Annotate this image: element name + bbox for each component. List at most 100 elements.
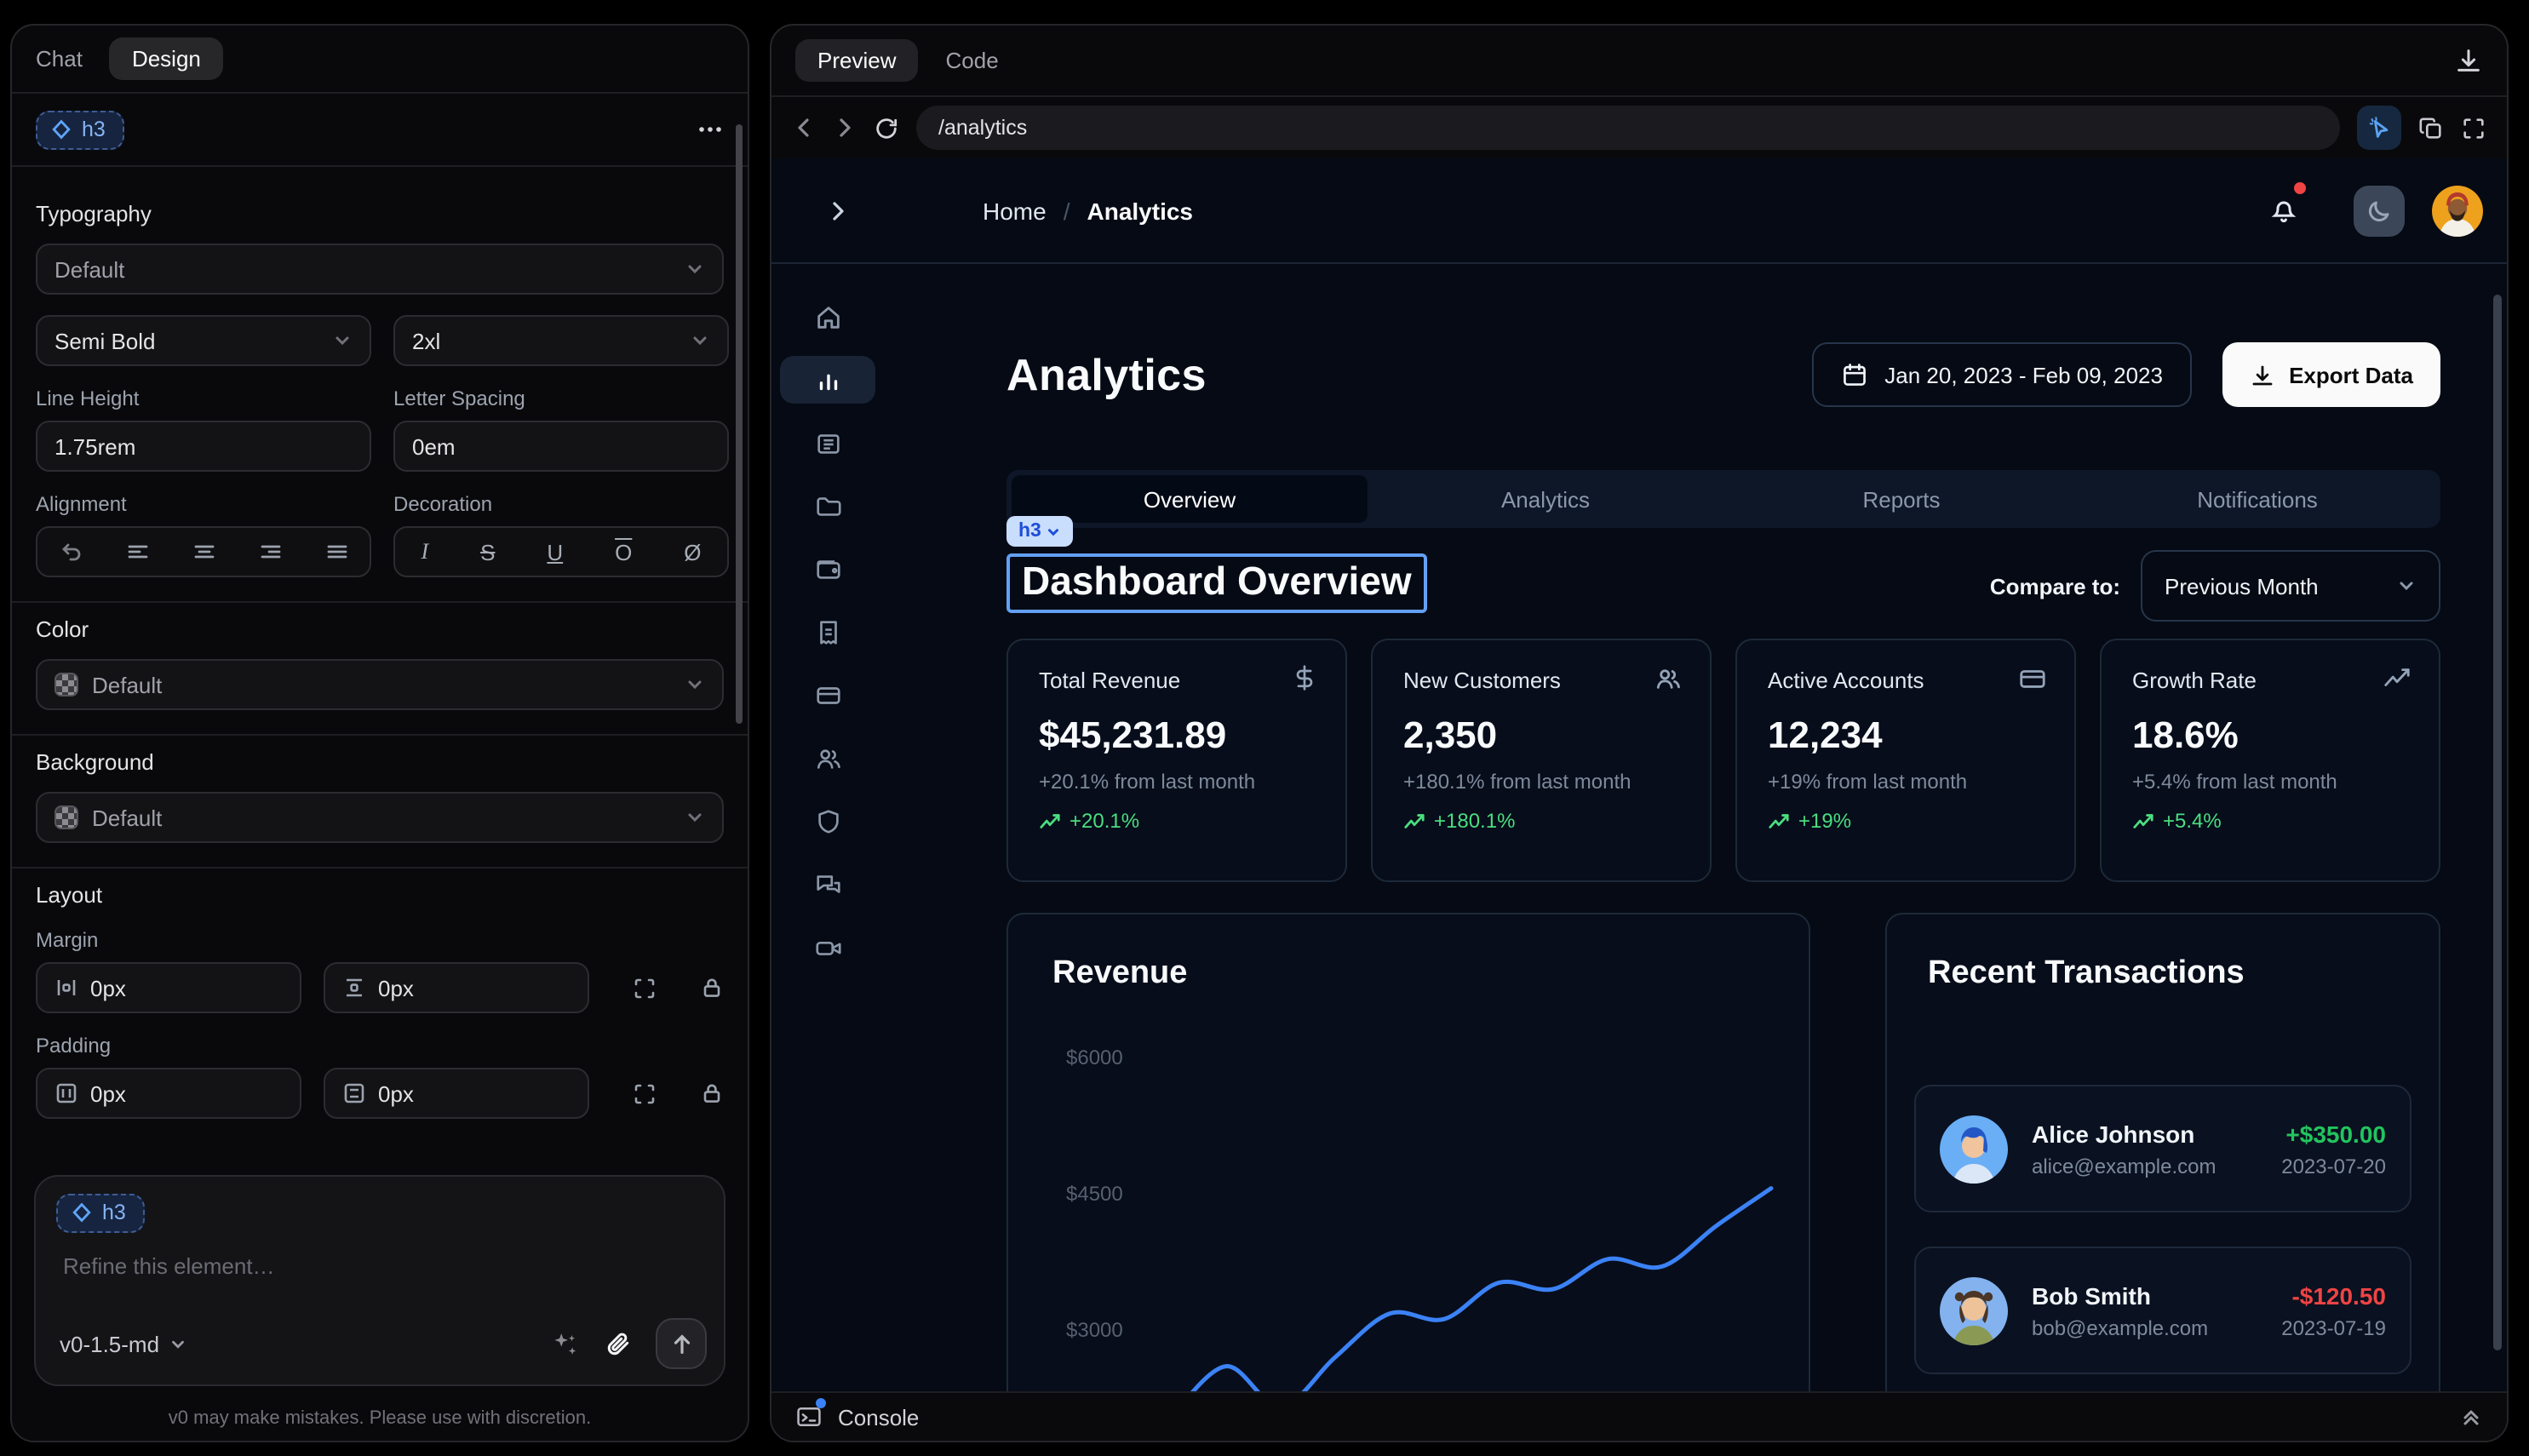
- transparent-swatch-icon: [54, 673, 78, 696]
- italic-icon[interactable]: I: [421, 538, 428, 565]
- transaction-row[interactable]: Alice Johnson alice@example.com +$350.00…: [1914, 1085, 2411, 1212]
- padding-y-input[interactable]: 0px: [324, 1068, 589, 1119]
- left-panel-scrollbar[interactable]: [736, 124, 743, 724]
- margin-lock-icon[interactable]: [700, 976, 724, 1000]
- align-right-icon[interactable]: [258, 540, 282, 564]
- tab-reports[interactable]: Reports: [1723, 475, 2079, 523]
- typography-section-label: Typography: [36, 201, 724, 226]
- tab-chat[interactable]: Chat: [36, 46, 83, 72]
- chevron-down-icon: [690, 330, 710, 351]
- letter-spacing-label: Letter Spacing: [393, 387, 729, 410]
- tab-analytics[interactable]: Analytics: [1368, 475, 1723, 523]
- sidebar-item-news[interactable]: [780, 419, 875, 467]
- sidebar-item-wallet[interactable]: [780, 545, 875, 593]
- padding-lock-icon[interactable]: [700, 1081, 724, 1105]
- back-icon[interactable]: [792, 116, 816, 140]
- download-icon[interactable]: [2454, 46, 2483, 75]
- url-input[interactable]: /analytics: [916, 106, 2340, 150]
- date-range-picker[interactable]: Jan 20, 2023 - Feb 09, 2023: [1811, 342, 2192, 407]
- no-decoration-icon[interactable]: Ø: [684, 539, 701, 565]
- overline-icon[interactable]: O: [615, 539, 632, 565]
- revenue-line-chart: [1008, 914, 1812, 1391]
- color-select[interactable]: Default: [36, 659, 724, 710]
- align-justify-icon[interactable]: [324, 540, 348, 564]
- notifications-bell[interactable]: [2268, 195, 2299, 226]
- ellipsis-menu-icon[interactable]: [697, 116, 724, 143]
- export-data-button[interactable]: Export Data: [2222, 342, 2440, 407]
- undo-icon[interactable]: [59, 540, 83, 564]
- letter-spacing-input[interactable]: 0em: [393, 421, 729, 472]
- trend-up-icon: [1768, 810, 1790, 832]
- background-select[interactable]: Default: [36, 792, 724, 843]
- moon-icon: [2366, 197, 2393, 224]
- section-heading: Dashboard Overview: [1022, 559, 1412, 603]
- font-weight-select[interactable]: Semi Bold: [36, 315, 371, 366]
- line-height-input[interactable]: 1.75rem: [36, 421, 371, 472]
- diamond-icon: [51, 118, 72, 139]
- sidebar-item-files[interactable]: [780, 482, 875, 530]
- forward-icon[interactable]: [833, 116, 857, 140]
- sidebar-item-video[interactable]: [780, 923, 875, 971]
- copy-icon[interactable]: [2418, 115, 2444, 140]
- prompt-element-chip[interactable]: h3: [56, 1194, 145, 1233]
- theme-toggle-button[interactable]: [2354, 185, 2405, 236]
- chevron-down-icon: [685, 259, 705, 279]
- strikethrough-icon[interactable]: S: [480, 539, 495, 565]
- fullscreen-icon[interactable]: [2461, 115, 2486, 140]
- section-divider: [12, 734, 748, 736]
- sidebar-item-messages[interactable]: [780, 860, 875, 908]
- align-center-icon[interactable]: [192, 540, 215, 564]
- sidebar-toggle-icon[interactable]: [826, 198, 850, 222]
- prompt-input[interactable]: Refine this element…: [63, 1253, 703, 1279]
- font-size-select[interactable]: 2xl: [393, 315, 729, 366]
- color-section-label: Color: [36, 616, 724, 642]
- sidebar-item-analytics[interactable]: [780, 356, 875, 404]
- section-divider: [12, 867, 748, 868]
- paperclip-icon[interactable]: [603, 1329, 632, 1358]
- sidebar-item-receipts[interactable]: [780, 608, 875, 656]
- download-icon: [2250, 362, 2275, 387]
- trend-up-icon: [1039, 810, 1061, 832]
- tab-notifications[interactable]: Notifications: [2079, 475, 2435, 523]
- preview-scrollbar[interactable]: [2493, 295, 2502, 1350]
- user-avatar[interactable]: [2432, 185, 2483, 236]
- arrow-up-icon: [668, 1331, 694, 1356]
- tab-code[interactable]: Code: [946, 48, 999, 73]
- transaction-row[interactable]: Bob Smith bob@example.com -$120.50 2023-…: [1914, 1247, 2411, 1374]
- refine-prompt-box[interactable]: h3 Refine this element… v0-1.5-md: [34, 1175, 725, 1386]
- padding-expand-icon[interactable]: [632, 1081, 657, 1106]
- sidebar-item-users[interactable]: [780, 734, 875, 782]
- align-left-icon[interactable]: [125, 540, 149, 564]
- margin-expand-icon[interactable]: [632, 975, 657, 1000]
- users-icon: [1654, 664, 1683, 693]
- send-button[interactable]: [656, 1318, 707, 1369]
- console-bar[interactable]: Console: [771, 1391, 2507, 1441]
- tab-design[interactable]: Design: [110, 37, 223, 80]
- refresh-icon[interactable]: [874, 115, 899, 140]
- margin-x-input[interactable]: 0px: [36, 962, 301, 1013]
- diamond-icon: [72, 1202, 92, 1223]
- select-element-tool[interactable]: [2357, 106, 2401, 150]
- selection-tag-chip[interactable]: h3: [1006, 516, 1074, 547]
- app-sidebar: [771, 264, 884, 1391]
- element-chip[interactable]: h3: [36, 110, 124, 149]
- sidebar-item-home[interactable]: [780, 293, 875, 341]
- breadcrumb-home[interactable]: Home: [983, 197, 1047, 224]
- trend-up-icon: [2132, 810, 2154, 832]
- dollar-icon: [1291, 664, 1318, 691]
- margin-y-input[interactable]: 0px: [324, 962, 589, 1013]
- sparkles-icon[interactable]: [550, 1329, 579, 1358]
- padding-x-input[interactable]: 0px: [36, 1068, 301, 1119]
- model-selector[interactable]: v0-1.5-md: [60, 1331, 186, 1356]
- font-select[interactable]: Default: [36, 244, 724, 295]
- tab-preview[interactable]: Preview: [795, 39, 919, 82]
- expand-console-icon[interactable]: [2459, 1405, 2483, 1429]
- decoration-label: Decoration: [393, 492, 729, 516]
- underline-icon[interactable]: U: [547, 539, 563, 565]
- design-panel-header: Chat Design: [12, 26, 748, 94]
- sidebar-item-cards[interactable]: [780, 671, 875, 719]
- sidebar-item-security[interactable]: [780, 797, 875, 845]
- selected-element-outline[interactable]: Dashboard Overview: [1006, 553, 1427, 613]
- padding-y-icon: [342, 1081, 366, 1105]
- compare-select[interactable]: Previous Month: [2141, 550, 2440, 622]
